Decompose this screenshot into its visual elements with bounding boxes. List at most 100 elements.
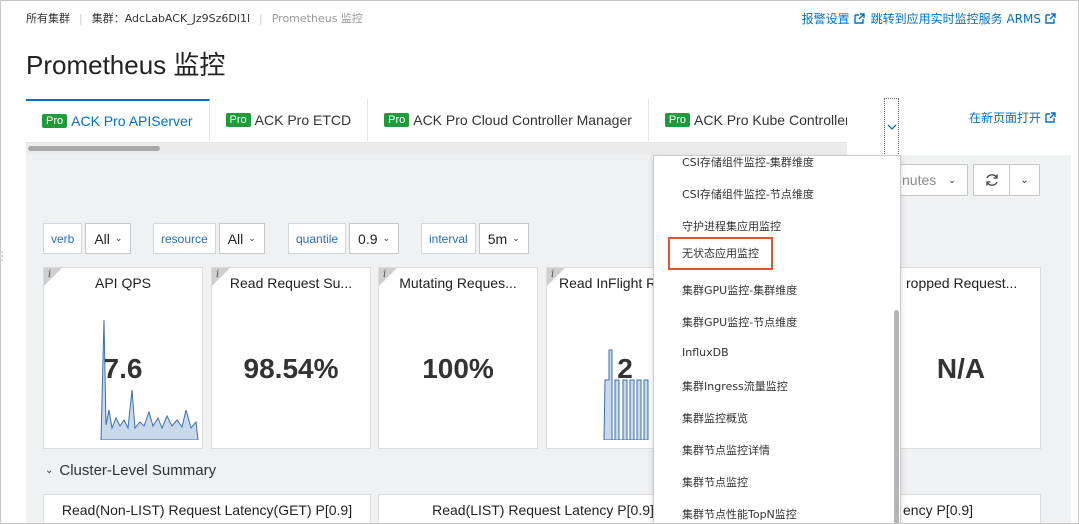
panel-title: Read Request Su...: [229, 275, 353, 291]
dashboard-tabs: Pro ACK Pro APIServer Pro ACK Pro ETCD P…: [26, 99, 847, 143]
breadcrumb: 所有集群 | 集群： AdcLabACK_Jz9Sz6Dl1l | Promet…: [26, 10, 363, 26]
dropdown-item[interactable]: 守护进程集应用监控: [682, 218, 781, 234]
dropdown-item-highlighted[interactable]: 无状态应用监控: [668, 237, 773, 270]
refresh-button[interactable]: [973, 164, 1010, 196]
panel-value: 7.6: [103, 353, 143, 384]
filter-resource: resource All ⌄: [153, 223, 265, 254]
filter-value: All: [94, 230, 110, 247]
breadcrumb-cluster-label: 集群：: [91, 12, 125, 25]
filter-quantile: quantile 0.9 ⌄: [288, 223, 400, 254]
panel-title: Mutating Reques...: [399, 275, 517, 291]
panel-title: API QPS: [94, 275, 152, 291]
panel-title: Read InFlight R: [559, 275, 657, 291]
filter-label: resource: [153, 223, 216, 254]
filter-value: All: [227, 230, 244, 247]
alarm-settings-link[interactable]: 报警设置: [802, 10, 865, 27]
filter-value: 5m: [487, 230, 508, 247]
filter-interval: interval 5m ⌄: [421, 223, 529, 254]
pro-badge: Pro: [225, 113, 251, 127]
panel-value: 100%: [422, 353, 494, 384]
filter-verb: verb All ⌄: [43, 223, 132, 254]
filter-label: verb: [43, 223, 83, 254]
external-link-icon: [853, 13, 865, 24]
pro-badge: Pro: [42, 114, 68, 128]
chevron-down-icon: ⌄: [1020, 174, 1029, 186]
time-range-select[interactable]: nutes ⌄: [898, 164, 968, 196]
chevron-down-icon: ⌄: [512, 233, 520, 243]
chevron-down-icon: ⌄: [114, 233, 123, 243]
dropdown-item[interactable]: 集群GPU监控-节点维度: [682, 314, 797, 330]
tab-scrollbar[interactable]: [26, 143, 847, 155]
filter-select-resource[interactable]: All ⌄: [218, 223, 265, 254]
dropdown-item[interactable]: 集群监控概览: [682, 410, 748, 426]
panel-title: ropped Request...: [906, 275, 1018, 291]
resize-handle[interactable]: · · ·: [1, 249, 4, 265]
panel-api-qps: i API QPS 7.6: [43, 267, 203, 449]
tab-etcd[interactable]: Pro ACK Pro ETCD: [210, 99, 369, 141]
breadcrumb-separator: |: [259, 11, 263, 25]
tab-kube-controller-manager[interactable]: Pro ACK Pro Kube Controller Manager: [649, 99, 847, 141]
external-link-icon: [1045, 112, 1056, 123]
tab-label: ACK Pro ETCD: [254, 112, 352, 128]
panel-dropped-requests: ropped Request... N/A: [881, 267, 1041, 449]
breadcrumb-current: Prometheus 监控: [271, 12, 363, 25]
alarm-settings-label: 报警设置: [801, 12, 850, 26]
panel-value: 98.54%: [243, 353, 339, 384]
filter-value: 0.9: [358, 230, 378, 247]
panel-read-nonlist-latency: Read(Non-LIST) Request Latency(GET) P[0.…: [43, 494, 371, 523]
panel-read-request-success: i Read Request Su... 98.54%: [211, 267, 371, 449]
breadcrumb-separator: |: [79, 11, 83, 25]
time-controls: nutes ⌄ ⌄: [898, 164, 1040, 196]
refresh-icon: [985, 174, 998, 186]
arms-link[interactable]: 跳转到应用实时监控服务 ARMS: [871, 10, 1056, 27]
tab-cloud-controller-manager[interactable]: Pro ACK Pro Cloud Controller Manager: [368, 99, 649, 141]
time-range-value: nutes: [902, 172, 937, 188]
open-in-new-page-link[interactable]: 在新页面打开: [969, 109, 1056, 126]
tab-apiserver[interactable]: Pro ACK Pro APIServer: [26, 99, 210, 141]
open-in-new-page-label: 在新页面打开: [969, 111, 1042, 125]
dropdown-item[interactable]: 集群节点性能TopN监控: [682, 506, 797, 522]
dashboard-dropdown-menu: CSI存储组件监控-集群维度 CSI存储组件监控-节点维度 守护进程集应用监控 …: [653, 155, 901, 523]
panel-mutating-request: i Mutating Reques... 100%: [378, 267, 538, 449]
tab-scrollbar-thumb[interactable]: [28, 146, 160, 151]
section-title: Cluster-Level Summary: [59, 462, 217, 479]
dropdown-item[interactable]: CSI存储组件监控-节点维度: [682, 186, 814, 202]
panel-title: ency P[0.9]: [903, 502, 974, 518]
dropdown-item[interactable]: InfluxDB: [682, 346, 729, 359]
tab-label: ACK Pro Kube Controller Manager: [694, 112, 847, 128]
dropdown-item[interactable]: 集群GPU监控-集群维度: [682, 282, 797, 298]
chevron-down-icon: ⌄: [382, 233, 391, 243]
filter-select-verb[interactable]: All ⌄: [85, 223, 132, 254]
dropdown-scrollbar[interactable]: [894, 310, 899, 523]
chevron-down-icon: [887, 124, 896, 130]
tab-label: ACK Pro Cloud Controller Manager: [413, 112, 632, 128]
chevron-down-icon: ⌄: [948, 174, 956, 185]
info-icon[interactable]: i: [551, 269, 554, 280]
external-link-icon: [1045, 13, 1056, 24]
panel-value: N/A: [936, 353, 986, 384]
header-links: 报警设置 跳转到应用实时监控服务 ARMS: [796, 10, 1056, 27]
breadcrumb-all-clusters[interactable]: 所有集群: [26, 10, 70, 26]
pro-badge: Pro: [384, 113, 410, 127]
filter-label: interval: [421, 223, 476, 254]
panel-value: 2: [617, 353, 633, 384]
refresh-interval-dropdown[interactable]: ⌄: [1010, 164, 1040, 196]
dropdown-item[interactable]: 集群节点监控详情: [682, 442, 770, 458]
chevron-down-icon: ⌄: [45, 465, 54, 476]
tab-label: ACK Pro APIServer: [71, 113, 193, 129]
dropdown-item[interactable]: 集群Ingress流量监控: [682, 378, 788, 394]
section-cluster-level-summary[interactable]: ⌄ Cluster-Level Summary: [45, 462, 216, 479]
filter-select-interval[interactable]: 5m ⌄: [478, 223, 529, 254]
app-window: 所有集群 | 集群： AdcLabACK_Jz9Sz6Dl1l | Promet…: [0, 0, 1079, 524]
panel-title: Read(Non-LIST) Request Latency(GET) P[0.…: [61, 502, 353, 518]
filter-select-quantile[interactable]: 0.9 ⌄: [349, 223, 400, 254]
dropdown-item[interactable]: CSI存储组件监控-集群维度: [682, 156, 814, 170]
arms-link-label: 跳转到应用实时监控服务 ARMS: [870, 12, 1041, 26]
tab-more-button[interactable]: [884, 98, 899, 156]
page-title: Prometheus 监控: [26, 50, 226, 80]
panel-read-inflight: i Read InFlight R 2: [546, 267, 666, 449]
breadcrumb-cluster-name[interactable]: AdcLabACK_Jz9Sz6Dl1l: [125, 12, 250, 25]
chevron-down-icon: ⌄: [248, 233, 256, 243]
filter-label: quantile: [288, 223, 347, 254]
dropdown-item[interactable]: 集群节点监控: [682, 474, 748, 490]
